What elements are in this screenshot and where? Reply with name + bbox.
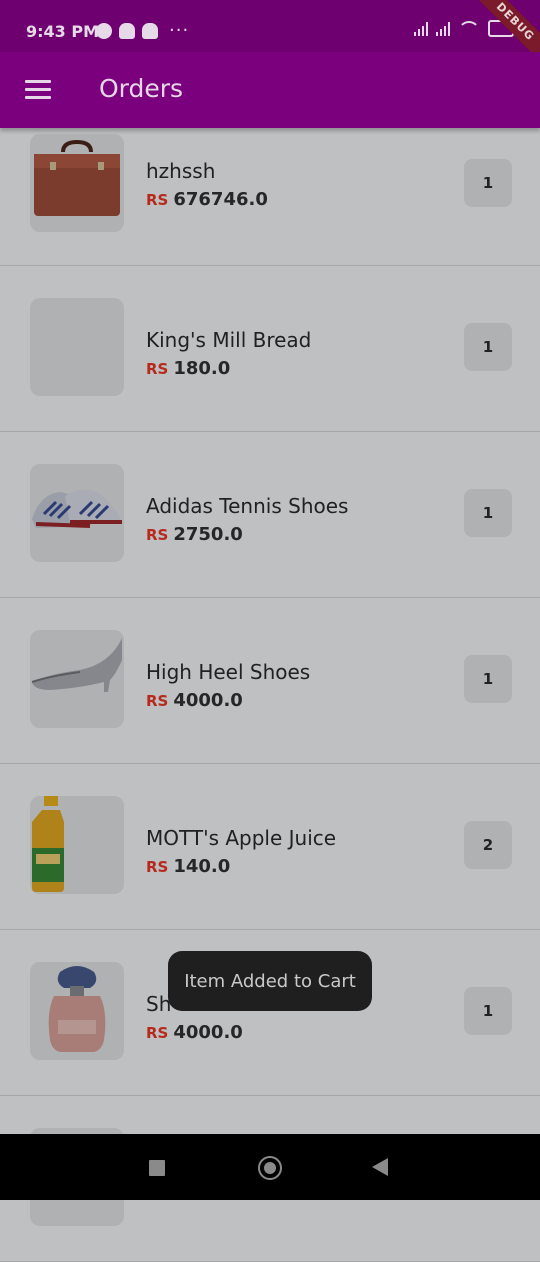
recent-apps-icon[interactable]	[149, 1160, 165, 1176]
navigation-bar	[0, 1134, 540, 1200]
quantity-badge[interactable]: 2	[464, 821, 512, 869]
toast-message: Item Added to Cart	[168, 951, 372, 1011]
product-image	[30, 464, 124, 562]
more-notifications-icon: ···	[169, 20, 190, 41]
order-item[interactable]: High Heel Shoes RS 4000.0 1	[0, 598, 540, 764]
price-value: 4000.0	[173, 1022, 243, 1043]
messenger-icon	[96, 22, 112, 39]
app-bar: Orders	[0, 52, 540, 128]
product-name: King's Mill Bread	[146, 328, 312, 352]
home-icon[interactable]	[258, 1156, 282, 1180]
currency-label: RS	[146, 360, 169, 378]
price-value: 4000.0	[173, 690, 243, 711]
quantity-badge[interactable]: 1	[464, 987, 512, 1035]
product-name: Adidas Tennis Shoes	[146, 494, 349, 518]
product-image	[30, 298, 124, 396]
price-value: 140.0	[173, 856, 231, 877]
product-image	[30, 796, 124, 894]
product-price: RS 180.0	[146, 358, 230, 379]
currency-label: RS	[146, 526, 169, 544]
product-name: High Heel Shoes	[146, 660, 311, 684]
product-price: RS 4000.0	[146, 1022, 243, 1043]
system-icons	[414, 20, 514, 37]
product-image	[30, 630, 124, 728]
product-image	[30, 962, 124, 1060]
currency-label: RS	[146, 692, 169, 710]
signal-icon	[436, 21, 450, 36]
status-time: 9:43 PM	[26, 22, 100, 41]
status-bar: 9:43 PM ··· DEBUG	[0, 0, 540, 68]
orders-list[interactable]: hzhssh RS 676746.0 1 King's Mill Bread RS…	[0, 128, 540, 1262]
snapchat-icon	[119, 22, 135, 39]
quantity-badge[interactable]: 1	[464, 655, 512, 703]
product-price: RS 2750.0	[146, 524, 243, 545]
order-item[interactable]: King's Mill Bread RS 180.0 1	[0, 266, 540, 432]
quantity-badge[interactable]: 1	[464, 323, 512, 371]
currency-label: RS	[146, 858, 169, 876]
wifi-icon	[458, 20, 480, 37]
signal-icon	[414, 21, 428, 36]
hamburger-menu-icon[interactable]	[25, 80, 51, 100]
price-value: 180.0	[173, 358, 231, 379]
currency-label: RS	[146, 191, 169, 209]
order-item[interactable]: MOTT's Apple Juice RS 140.0 2	[0, 764, 540, 930]
product-name: MOTT's Apple Juice	[146, 826, 337, 850]
price-value: 2750.0	[173, 524, 243, 545]
order-item[interactable]: Adidas Tennis Shoes RS 2750.0 1	[0, 432, 540, 598]
product-price: RS 4000.0	[146, 690, 243, 711]
quantity-badge[interactable]: 1	[464, 489, 512, 537]
snapchat-icon	[142, 22, 158, 39]
price-value: 676746.0	[173, 189, 268, 210]
order-item[interactable]: hzhssh RS 676746.0 1	[0, 128, 540, 266]
product-price: RS 140.0	[146, 856, 230, 877]
notification-icons: ···	[96, 20, 189, 41]
currency-label: RS	[146, 1024, 169, 1042]
product-price: RS 676746.0	[146, 189, 268, 210]
product-image	[30, 134, 124, 232]
back-icon[interactable]	[372, 1158, 388, 1176]
product-name: hzhssh	[146, 159, 216, 183]
quantity-badge[interactable]: 1	[464, 159, 512, 207]
page-title: Orders	[99, 74, 184, 103]
